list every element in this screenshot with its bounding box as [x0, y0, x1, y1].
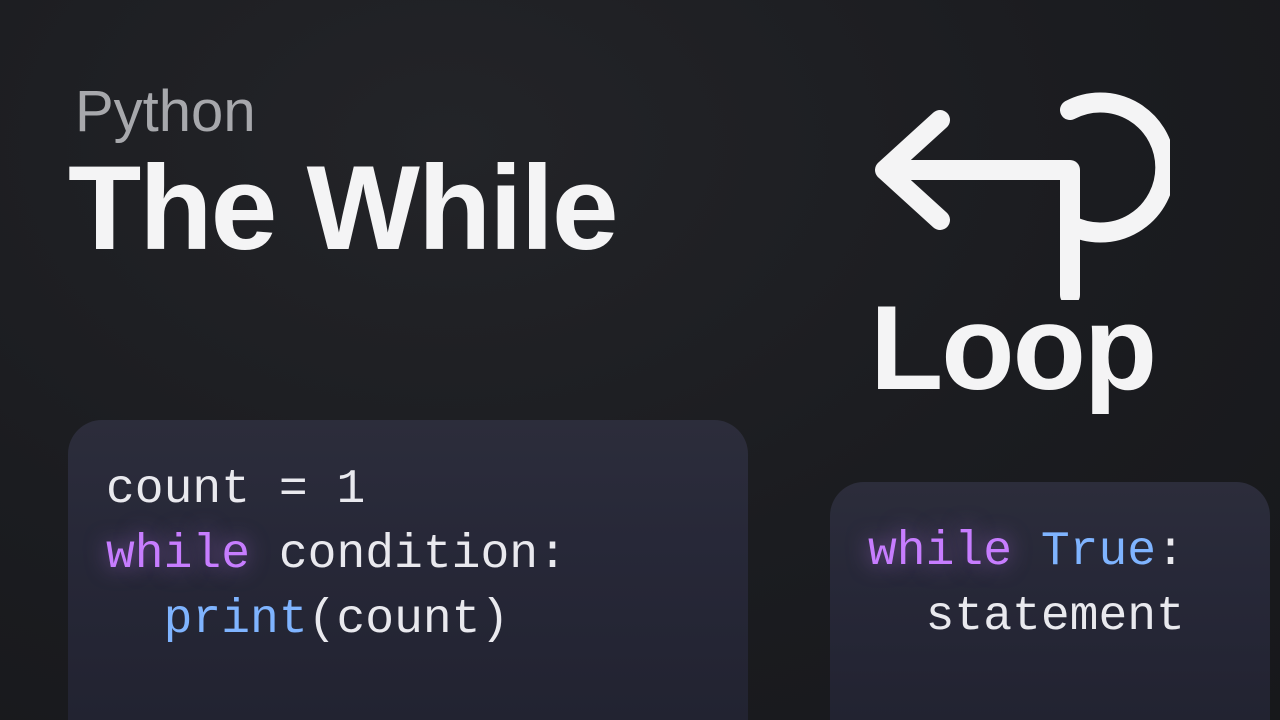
subtitle-text: Python [75, 78, 256, 145]
code-line-1: count = 1 [106, 458, 710, 523]
title-part-1: The While [68, 148, 617, 268]
code-line-3: print(count) [106, 588, 710, 653]
token-condition: condition [250, 528, 538, 582]
code-line-2: statement [868, 585, 1240, 650]
token-statement: statement [926, 590, 1185, 644]
token-bool-true: True [1041, 525, 1156, 579]
token-function-print: print [164, 593, 308, 647]
code-block-right: while True: statement [830, 482, 1270, 720]
token-variable: count [106, 463, 250, 517]
token-paren-close: ) [480, 593, 509, 647]
token-argument: count [336, 593, 480, 647]
token-paren-open: ( [308, 593, 337, 647]
slide: Python The While Loop count = 1 while co… [0, 0, 1280, 720]
token-number: 1 [336, 463, 365, 517]
loop-arrow-icon [830, 50, 1170, 300]
token-space [1012, 525, 1041, 579]
code-block-left: count = 1 while condition: print(count) [68, 420, 748, 720]
code-line-1: while True: [868, 520, 1240, 585]
code-line-2: while condition: [106, 523, 710, 588]
token-colon: : [1156, 525, 1185, 579]
token-keyword-while: while [106, 528, 250, 582]
token-colon: : [538, 528, 567, 582]
title-part-2: Loop [870, 288, 1155, 408]
token-equals: = [250, 463, 336, 517]
token-keyword-while: while [868, 525, 1012, 579]
